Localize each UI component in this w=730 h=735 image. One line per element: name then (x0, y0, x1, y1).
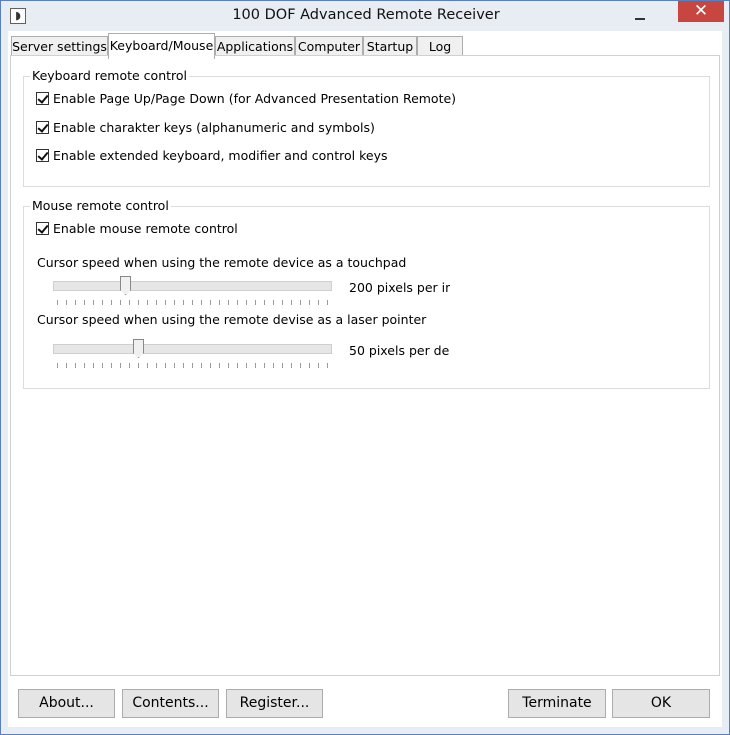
slider-ticks (57, 300, 329, 305)
option-label: Enable Page Up/Page Down (for Advanced P… (53, 91, 457, 106)
laser-speed-value: 50 pixels per degr (349, 343, 450, 358)
terminate-button[interactable]: Terminate (508, 689, 606, 718)
group-title: Keyboard remote control (30, 68, 190, 83)
client-area: Server settings Keyboard/Mouse Applicati… (8, 31, 722, 727)
touchpad-speed-value: 200 pixels per inc (349, 280, 450, 295)
tab-computer[interactable]: Computer (295, 36, 363, 57)
app-window: ◗ 100 DOF Advanced Remote Receiver ✕ Ser… (0, 0, 730, 735)
option-label: Enable charakter keys (alphanumeric and … (53, 120, 375, 135)
slider-ticks (57, 363, 329, 368)
slider-track (53, 281, 332, 291)
tab-applications[interactable]: Applications (215, 36, 295, 57)
slider-track (53, 344, 332, 354)
checkbox-checked[interactable] (36, 222, 49, 235)
option-label: Enable mouse remote control (53, 221, 238, 236)
window-title: 100 DOF Advanced Remote Receiver (232, 7, 500, 23)
touchpad-speed-label: Cursor speed when using the remote devic… (37, 255, 407, 270)
tab-server-settings[interactable]: Server settings (11, 36, 108, 57)
checkbox-checked[interactable] (36, 92, 49, 105)
option-label: Enable extended keyboard, modifier and c… (53, 148, 388, 163)
laser-speed-label: Cursor speed when using the remote devis… (37, 312, 427, 327)
contents-button[interactable]: Contents... (122, 689, 219, 718)
slider-thumb[interactable] (133, 339, 144, 358)
group-title: Mouse remote control (30, 198, 171, 213)
checkbox-checked[interactable] (36, 149, 49, 162)
touchpad-speed-slider[interactable] (53, 276, 332, 308)
mouse-remote-group: Mouse remote control Enable mouse remote… (23, 198, 710, 389)
title-bar[interactable]: ◗ 100 DOF Advanced Remote Receiver ✕ (1, 1, 729, 31)
tab-log[interactable]: Log (417, 36, 463, 57)
laser-speed-slider[interactable] (53, 339, 332, 371)
ok-button[interactable]: OK (612, 689, 710, 718)
checkbox-checked[interactable] (36, 121, 49, 134)
close-button[interactable]: ✕ (678, 1, 724, 22)
minimize-button[interactable] (627, 5, 653, 25)
tab-keyboard-mouse[interactable]: Keyboard/Mouse (108, 33, 215, 59)
register-button[interactable]: Register... (226, 689, 323, 718)
tab-startup[interactable]: Startup (363, 36, 417, 57)
tab-bar: Server settings Keyboard/Mouse Applicati… (8, 33, 722, 59)
keyboard-remote-group: Keyboard remote control Enable Page Up/P… (23, 68, 710, 187)
keyboard-mouse-panel: Keyboard remote control Enable Page Up/P… (10, 55, 720, 676)
slider-thumb[interactable] (120, 276, 131, 295)
about-button[interactable]: About... (18, 689, 115, 718)
